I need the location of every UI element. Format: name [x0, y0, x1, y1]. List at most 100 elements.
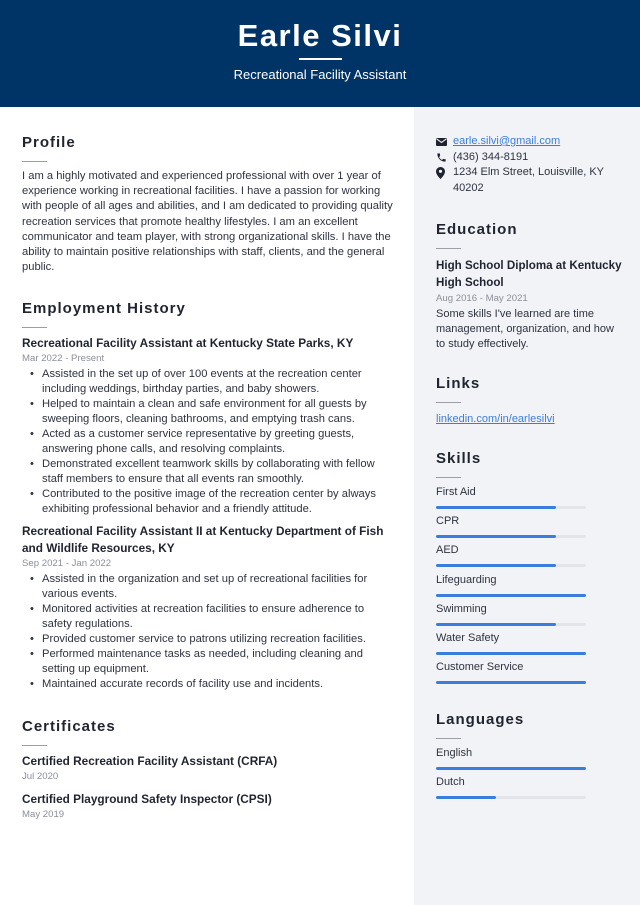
section-divider	[22, 161, 47, 162]
email-link[interactable]: earle.silvi@gmail.com	[453, 134, 560, 150]
language-label: English	[436, 747, 473, 759]
job-entry-dates: Sep 2021 - Jan 2022	[22, 558, 112, 569]
bullet-item: Assisted in the organization and set up …	[30, 572, 394, 602]
job-entry-dates: Mar 2022 - Present	[22, 353, 105, 364]
bullet-item: Assisted in the set up of over 100 event…	[30, 367, 394, 397]
job-entry-bullets: Assisted in the organization and set up …	[30, 572, 394, 692]
employment-heading: Employment History	[22, 300, 186, 317]
section-divider	[22, 745, 47, 746]
skill-label: First Aid	[436, 486, 476, 498]
language-level-bar	[436, 796, 586, 800]
bullet-item: Monitored activities at recreation facil…	[30, 602, 394, 632]
education-section: Education High School Diploma at Kentuck…	[436, 220, 626, 353]
skills-list: First Aid CPR AED Lifeguarding Swimming Water…	[436, 485, 626, 689]
job-entry: Recreational Facility Assistant at Kentu…	[22, 335, 394, 517]
contact-section: earle.silvi@gmail.com (436) 344-8191 123…	[436, 134, 626, 196]
bullet-item: Maintained accurate records of facility …	[30, 677, 394, 692]
skill-level-fill	[436, 681, 586, 685]
envelope-icon	[436, 134, 453, 150]
skill-label: Swimming	[436, 602, 487, 615]
language-level-bar	[436, 767, 586, 770]
education-dates: Aug 2016 - May 2021	[436, 293, 528, 304]
job-entry: Recreational Facility Assistant II at Ke…	[22, 523, 394, 692]
skill-item: AED	[436, 543, 626, 572]
languages-section: Languages English Dutch	[436, 710, 626, 804]
skill-level-bar	[436, 622, 586, 626]
languages-heading: Languages	[436, 711, 525, 728]
education-degree: High School Diploma at Kentucky High Sch…	[436, 259, 622, 289]
section-divider	[436, 248, 461, 249]
contact-address: 1234 Elm Street, Louisville, KY 40202	[436, 165, 626, 196]
job-entry-title: Recreational Facility Assistant at Kentu…	[22, 336, 354, 350]
job-entry-bullets: Assisted in the set up of over 100 event…	[30, 367, 394, 517]
language-item: English	[436, 746, 626, 775]
linkedin-link[interactable]: linkedin.com/in/earlesilvi	[436, 412, 626, 427]
job-title: Recreational Facility Assistant	[233, 67, 407, 82]
skill-item: First Aid	[436, 485, 626, 514]
bullet-item: Provided customer service to patrons uti…	[30, 632, 394, 647]
bullet-item: Performed maintenance tasks as needed, i…	[30, 647, 394, 677]
section-divider	[436, 402, 461, 403]
employment-section: Employment History Recreational Facility…	[22, 299, 394, 692]
header-divider	[299, 58, 342, 60]
certificate-name: Certified Recreation Facility Assistant …	[22, 754, 278, 768]
language-level-fill	[436, 767, 586, 770]
certificate-name: Certified Playground Safety Inspector (C…	[22, 792, 272, 806]
skill-level-bar	[436, 535, 586, 539]
certificate-item: Certified Playground Safety Inspector (C…	[22, 791, 394, 821]
skill-level-fill	[436, 593, 586, 597]
job-entry-title: Recreational Facility Assistant II at Ke…	[22, 524, 384, 555]
sidebar: earle.silvi@gmail.com (436) 344-8191 123…	[414, 107, 640, 905]
skill-item: Lifeguarding	[436, 573, 626, 602]
profile-text: I am a highly motivated and experienced …	[22, 170, 393, 274]
skill-item: Swimming	[436, 602, 626, 631]
skill-item: Customer Service	[436, 660, 626, 689]
links-section: Links linkedin.com/in/earlesilvi	[436, 374, 626, 427]
skill-level-bar	[436, 564, 586, 568]
resume-header: Earle Silvi Recreational Facility Assist…	[0, 0, 640, 107]
skill-level-fill	[436, 564, 556, 568]
contact-email: earle.silvi@gmail.com	[436, 134, 626, 150]
language-level-fill	[436, 796, 496, 800]
skill-level-bar	[436, 681, 586, 685]
skills-section: Skills First Aid CPR AED Lifeguarding Swimmi…	[436, 449, 626, 689]
section-divider	[436, 738, 461, 739]
skill-item: Water Safety	[436, 631, 626, 660]
phone-icon	[436, 150, 453, 166]
language-item: Dutch	[436, 775, 626, 804]
skill-level-fill	[436, 535, 556, 539]
skill-label: CPR	[436, 515, 460, 528]
contact-phone: (436) 344-8191	[436, 150, 626, 166]
section-divider	[22, 327, 47, 328]
bullet-item: Demonstrated excellent teamwork skills b…	[30, 457, 394, 487]
phone-number: (436) 344-8191	[453, 150, 529, 163]
languages-list: English Dutch	[436, 746, 626, 804]
skill-label: AED	[436, 544, 459, 557]
skill-label: Lifeguarding	[436, 573, 497, 586]
links-heading: Links	[436, 375, 481, 392]
profile-section: Profile I am a highly motivated and expe…	[22, 133, 394, 275]
candidate-name: Earle Silvi	[237, 18, 403, 53]
skill-level-fill	[436, 622, 556, 626]
certificates-section: Certificates Certified Recreation Facili…	[22, 717, 394, 821]
language-label: Dutch	[436, 776, 465, 789]
skill-level-bar	[436, 506, 586, 509]
skill-item: CPR	[436, 514, 626, 543]
map-pin-icon	[436, 165, 453, 181]
section-divider	[436, 477, 461, 478]
skill-level-bar	[436, 593, 586, 597]
bullet-item: Contributed to the positive image of the…	[30, 487, 394, 517]
skills-heading: Skills	[436, 450, 482, 467]
bullet-item: Acted as a customer service representati…	[30, 427, 394, 457]
skill-level-fill	[436, 506, 556, 509]
bullet-item: Helped to maintain a clean and safe envi…	[30, 397, 394, 427]
skill-level-bar	[436, 651, 586, 655]
education-heading: Education	[436, 221, 518, 238]
address: 1234 Elm Street, Louisville, KY 40202	[453, 166, 604, 194]
certificate-item: Certified Recreation Facility Assistant …	[22, 753, 394, 783]
skill-label: Water Safety	[436, 631, 500, 644]
certificate-date: Jul 2020	[22, 771, 59, 782]
skill-level-fill	[436, 651, 586, 655]
certificates-heading: Certificates	[22, 718, 116, 735]
profile-heading: Profile	[22, 134, 76, 151]
